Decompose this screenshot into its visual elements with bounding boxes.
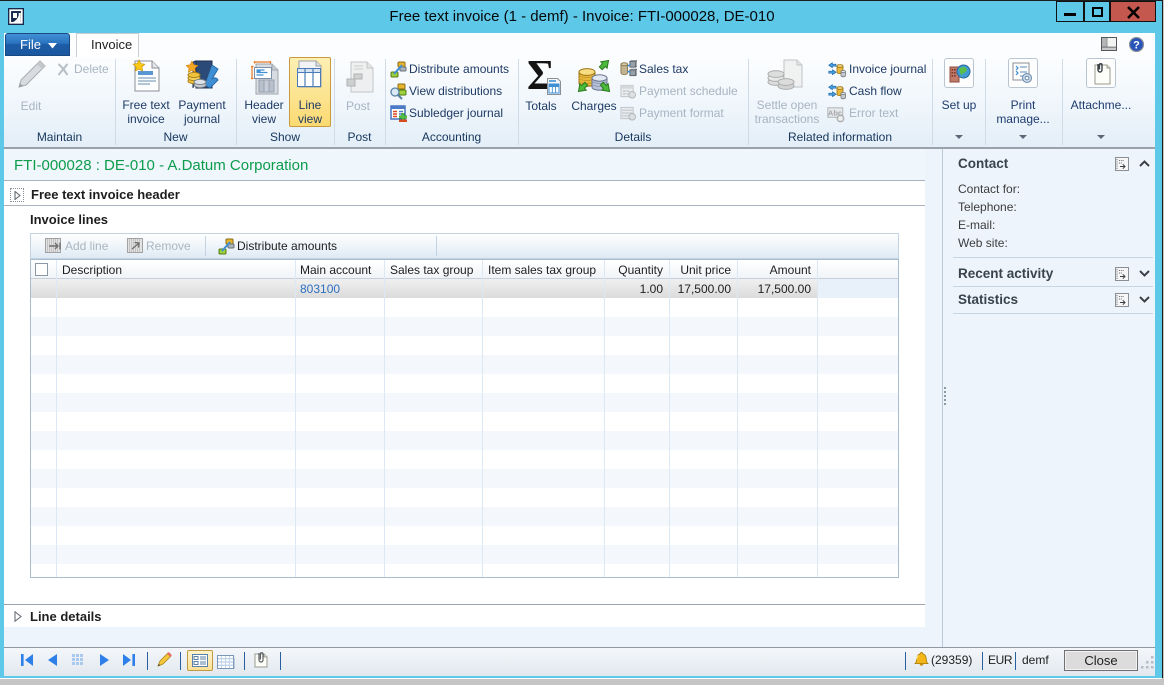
- svg-text:?: ?: [1133, 40, 1140, 52]
